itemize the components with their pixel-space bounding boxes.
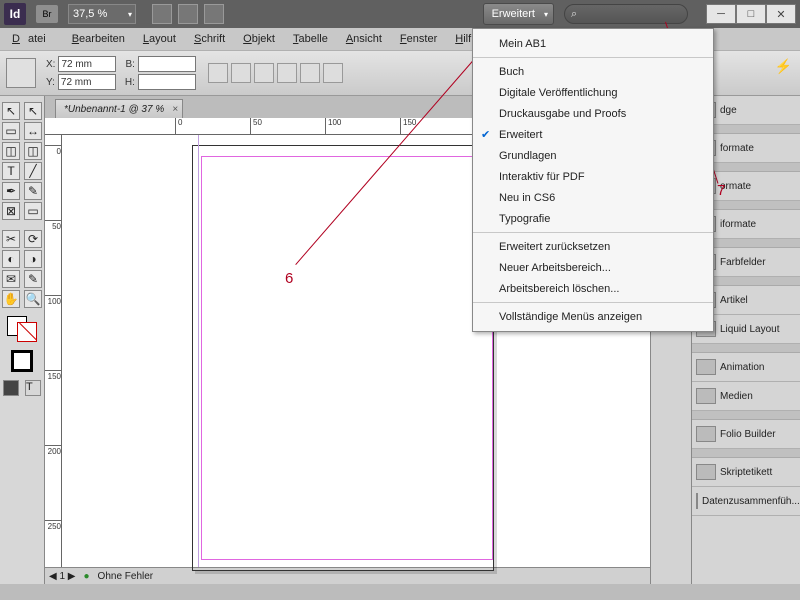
workspace-menu: Mein AB1 Buch Digitale Veröffentlichung … [472, 28, 714, 332]
apply-text-icon[interactable]: T [25, 380, 41, 396]
ws-menu-delete[interactable]: Arbeitsbereich löschen... [473, 278, 713, 299]
rect-tool[interactable]: ▭ [24, 202, 42, 220]
ws-menu-item[interactable]: Druckausgabe und Proofs [473, 103, 713, 124]
apply-container-icon[interactable] [11, 350, 33, 372]
page-nav[interactable]: ◀ 1 ▶ [49, 571, 76, 582]
ws-menu-new[interactable]: Neuer Arbeitsbereich... [473, 257, 713, 278]
document-tab[interactable]: *Unbenannt-1 @ 37 % [55, 99, 183, 118]
annotation-6: 6 [285, 270, 293, 287]
margin-box [201, 156, 493, 560]
ws-menu-full-menus[interactable]: Vollständige Menüs anzeigen [473, 306, 713, 327]
panel-datenzusammen[interactable]: Datenzusammenfüh... [692, 487, 800, 516]
ruler-vertical[interactable]: 0 50 100 150 200 250 [45, 135, 62, 567]
ws-menu-item[interactable]: Grundlagen [473, 145, 713, 166]
tools-panel: ↖↖ ▭↔ ◫◫ T╱ ✒✎ ⊠▭ ✂⟳ ◐◑ ✉✎ ✋🔍 T [0, 96, 45, 584]
note-tool[interactable]: ✉ [2, 270, 20, 288]
menu-datei[interactable]: Datei [4, 31, 62, 47]
menu-schrift[interactable]: Schrift [186, 31, 233, 47]
menu-layout[interactable]: Layout [135, 31, 184, 47]
content-tool[interactable]: ◫ [2, 142, 20, 160]
quick-apply-icon[interactable]: ⚡ [775, 58, 792, 75]
shear-icon[interactable] [277, 63, 297, 83]
line-tool[interactable]: ╱ [24, 162, 42, 180]
selection-tool[interactable]: ↖ [2, 102, 20, 120]
menu-ansicht[interactable]: Ansicht [338, 31, 390, 47]
menu-fenster[interactable]: Fenster [392, 31, 445, 47]
direct-selection-tool[interactable]: ↖ [24, 102, 42, 120]
hand-tool[interactable]: ✋ [2, 290, 20, 308]
page-tool[interactable]: ▭ [2, 122, 20, 140]
type-tool[interactable]: T [2, 162, 20, 180]
panel-folio-builder[interactable]: Folio Builder [692, 420, 800, 449]
menu-tabelle[interactable]: Tabelle [285, 31, 336, 47]
ws-menu-item[interactable]: Mein AB1 [473, 33, 713, 54]
w-input[interactable] [138, 56, 196, 72]
rotate-icon[interactable] [254, 63, 274, 83]
close-button[interactable]: ✕ [766, 4, 796, 24]
maximize-button[interactable]: □ [736, 4, 766, 24]
pencil-tool[interactable]: ✎ [24, 182, 42, 200]
pen-tool[interactable]: ✒ [2, 182, 20, 200]
flip-h-icon[interactable] [300, 63, 320, 83]
minimize-button[interactable]: ─ [706, 4, 736, 24]
scale-icon[interactable] [231, 63, 251, 83]
link-dims-icon[interactable] [208, 63, 228, 83]
transform-tool[interactable]: ⟳ [24, 230, 42, 248]
workspace-switcher[interactable]: Erweitert [483, 3, 554, 25]
panel-animation[interactable]: Animation [692, 353, 800, 382]
panel-skriptetikett[interactable]: Skriptetikett [692, 458, 800, 487]
help-search[interactable]: ⌕ [564, 4, 688, 24]
panel-medien[interactable]: Medien [692, 382, 800, 411]
column-guide[interactable] [198, 135, 199, 567]
x-input[interactable]: 72 mm [58, 56, 116, 72]
view-options-icon[interactable] [178, 4, 198, 24]
y-input[interactable]: 72 mm [58, 74, 116, 90]
ws-menu-item[interactable]: Digitale Veröffentlichung [473, 82, 713, 103]
zoom-select[interactable]: 37,5 % [68, 4, 136, 24]
rect-frame-tool[interactable]: ⊠ [2, 202, 20, 220]
apply-color-icon[interactable] [3, 380, 19, 396]
fill-stroke-swatches[interactable] [7, 316, 37, 342]
reference-point[interactable] [6, 58, 36, 88]
ws-menu-reset[interactable]: Erweitert zurücksetzen [473, 236, 713, 257]
h-input[interactable] [138, 74, 196, 90]
window-controls: ─ □ ✕ [706, 4, 796, 24]
ws-menu-item[interactable]: Interaktiv für PDF [473, 166, 713, 187]
arrange-docs-icon[interactable] [204, 4, 224, 24]
preflight-status[interactable]: Ohne Fehler [98, 571, 154, 582]
screen-mode-icon[interactable] [152, 4, 172, 24]
ws-menu-item[interactable]: Buch [473, 61, 713, 82]
annotation-7: 7 [717, 182, 725, 199]
view-mode-icons [152, 4, 224, 24]
ws-menu-item-erweitert[interactable]: Erweitert [473, 124, 713, 145]
gradient-swatch-tool[interactable]: ◐ [2, 250, 20, 268]
scissors-tool[interactable]: ✂ [2, 230, 20, 248]
zoom-tool[interactable]: 🔍 [24, 290, 42, 308]
title-bar: Id Br 37,5 % Erweitert ⌕ ─ □ ✕ [0, 0, 800, 28]
ws-menu-item[interactable]: Neu in CS6 [473, 187, 713, 208]
gradient-feather-tool[interactable]: ◑ [24, 250, 42, 268]
bridge-button[interactable]: Br [36, 5, 58, 23]
gap-tool[interactable]: ↔ [24, 122, 42, 140]
app-logo: Id [4, 3, 26, 25]
ws-menu-item[interactable]: Typografie [473, 208, 713, 229]
flip-v-icon[interactable] [323, 63, 343, 83]
eyedropper-tool[interactable]: ✎ [24, 270, 42, 288]
menu-objekt[interactable]: Objekt [235, 31, 283, 47]
content-placer-tool[interactable]: ◫ [24, 142, 42, 160]
menu-bearbeiten[interactable]: Bearbeiten [64, 31, 133, 47]
